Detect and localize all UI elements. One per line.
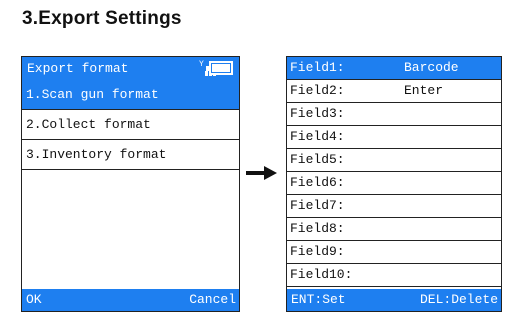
menu-item-label: 3.Inventory format [26,147,167,162]
field-label: Field2: [290,83,345,98]
field-label: Field5: [290,152,345,167]
field-value: Enter [404,83,444,98]
screen-title: Export format [27,61,129,76]
field-label: Field7: [290,198,345,213]
field-row-8[interactable]: Field8: [287,218,501,241]
field-row-3[interactable]: Field3: [287,103,501,126]
field-row-9[interactable]: Field9: [287,241,501,264]
field-label: Field9: [290,244,345,259]
menu-item-collect-format[interactable]: 2.Collect format [22,110,239,140]
field-label: Field3: [290,106,345,121]
softkey-bar: ENT:Set DEL:Delete [287,289,501,311]
field-row-4[interactable]: Field4: [287,126,501,149]
delete-softkey[interactable]: DEL:Delete [420,289,498,311]
right-arrow-icon [246,166,278,180]
field-row-5[interactable]: Field5: [287,149,501,172]
softkey-bar: OK Cancel [22,289,239,311]
export-format-screen: Export format Y 1.Scan gun format 2.Coll… [21,56,240,312]
field-label: Field8: [290,221,345,236]
menu-item-scan-gun-format[interactable]: 1.Scan gun format [22,80,239,110]
menu-item-inventory-format[interactable]: 3.Inventory format [22,140,239,170]
field-label: Field10: [290,267,353,282]
cancel-softkey[interactable]: Cancel [189,289,236,311]
page-title-text: .Export Settings [32,8,182,29]
battery-icon [206,61,233,75]
ok-softkey[interactable]: OK [26,289,42,311]
field-row-1[interactable]: Field1: Barcode [287,57,501,80]
field-label: Field6: [290,175,345,190]
field-row-2[interactable]: Field2: Enter [287,80,501,103]
field-row-7[interactable]: Field7: [287,195,501,218]
page-title: 3.Export Settings [22,8,182,30]
field-settings-screen: Field1: Barcode Field2: Enter Field3: Fiel… [286,56,502,312]
field-row-6[interactable]: Field6: [287,172,501,195]
field-row-10[interactable]: Field10: [287,264,501,287]
export-format-titlebar: Export format Y [22,57,239,80]
menu-item-label: 2.Collect format [26,117,151,132]
set-softkey[interactable]: ENT:Set [291,289,346,311]
field-label: Field4: [290,129,345,144]
page-title-number: 3 [22,8,33,29]
menu-item-label: 1.Scan gun format [26,87,159,102]
field-value: Barcode [404,60,459,75]
field-label: Field1: [290,60,345,75]
